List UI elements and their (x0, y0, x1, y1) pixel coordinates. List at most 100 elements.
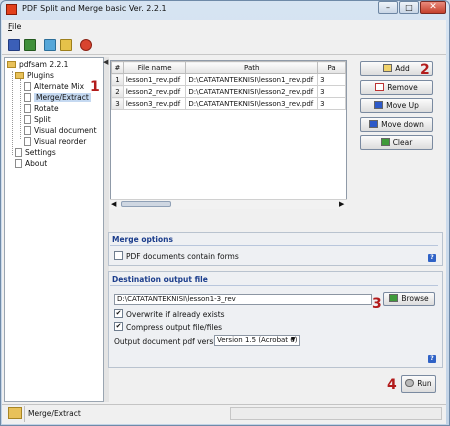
tree-node-label-selected: Merge/Extract (34, 93, 91, 102)
exit-icon[interactable] (80, 39, 92, 51)
document-icon (24, 104, 31, 113)
destination-title: Destination output file (112, 275, 208, 284)
row-number: 1 (111, 73, 124, 86)
cell-pages: 3 (317, 73, 346, 86)
tree-node-label: Settings (25, 148, 56, 157)
document-icon (15, 148, 22, 157)
section-divider (110, 245, 438, 246)
minimize-button[interactable]: – (378, 1, 398, 14)
button-label: Browse (401, 294, 429, 303)
collapse-arrow-icon[interactable]: ◀ (103, 58, 108, 66)
tree-node-label: Split (34, 115, 51, 124)
tree-guide-line (20, 79, 21, 139)
remove-icon (375, 83, 385, 91)
tree-node-plugins[interactable]: Plugins (15, 71, 54, 80)
scroll-left-icon[interactable]: ◀ (111, 200, 116, 208)
compress-checkbox[interactable]: ✔ (114, 322, 123, 331)
column-header-pages[interactable]: Pa (317, 61, 346, 74)
document-icon (24, 115, 31, 124)
pdf-version-label: Output document pdf version: (114, 337, 228, 346)
compress-label: Compress output file/files (126, 323, 223, 332)
document-icon (15, 159, 22, 168)
merge-options-title: Merge options (112, 235, 173, 244)
menu-file[interactable]: File (8, 22, 21, 31)
close-button[interactable]: ✕ (420, 1, 446, 14)
button-label: Clear (392, 138, 413, 147)
row-number: 3 (111, 97, 124, 110)
destination-path-input[interactable]: D:\CATATANTEKNISI\lesson1-3_rev (114, 294, 372, 305)
status-progress-field (230, 407, 442, 420)
scrollbar-thumb[interactable] (121, 201, 171, 207)
move-down-button[interactable]: Move down (360, 117, 433, 132)
clear-icon (380, 138, 390, 146)
table-row[interactable]: 1 lesson1_rev.pdf D:\CATATANTEKNISI\less… (111, 73, 346, 86)
app-logo-icon (6, 4, 17, 15)
document-icon (24, 126, 31, 135)
tree-node-label: Visual document (34, 126, 97, 135)
menu-bar (2, 20, 446, 35)
button-label: Move down (381, 120, 424, 129)
chevron-down-icon[interactable]: ▼ (291, 336, 296, 343)
tree-node-settings[interactable]: Settings (15, 148, 56, 157)
tree-node-root[interactable]: pdfsam 2.2.1 (7, 60, 68, 69)
menu-file-label: ile (12, 22, 22, 31)
tree-node-label: Plugins (27, 71, 54, 80)
tree-item-split[interactable]: Split (24, 115, 51, 124)
column-header-path[interactable]: Path (185, 61, 319, 74)
scroll-right-icon[interactable]: ▶ (339, 200, 344, 208)
annotation-number: 2 (420, 62, 430, 78)
cell-pages: 3 (317, 85, 346, 98)
button-label: Remove (387, 83, 418, 92)
pdf-forms-label: PDF documents contain forms (126, 252, 239, 261)
folder-icon (8, 407, 22, 419)
file-table: # File name Path Pa 1 lesson1_rev.pdf D:… (110, 60, 347, 209)
cell-path: D:\CATATANTEKNISI\lesson2_rev.pdf (185, 85, 319, 98)
save-icon[interactable] (8, 39, 20, 51)
add-file-icon (383, 64, 393, 72)
annotation-number: 3 (372, 296, 382, 312)
move-up-button[interactable]: Move Up (360, 98, 433, 113)
tree-guide-line (12, 71, 13, 155)
document-icon (24, 93, 31, 102)
tree-node-label: Visual reorder (34, 137, 87, 146)
column-header-file-name[interactable]: File name (122, 61, 187, 74)
run-button[interactable]: Run (401, 375, 436, 393)
remove-button[interactable]: Remove (360, 80, 433, 95)
overwrite-label: Overwrite if already exists (126, 310, 225, 319)
environment-icon[interactable] (44, 39, 56, 51)
overwrite-checkbox[interactable]: ✔ (114, 309, 123, 318)
folder-open-icon (7, 61, 16, 68)
clear-button[interactable]: Clear (360, 135, 433, 150)
table-row[interactable]: 3 lesson3_rev.pdf D:\CATATANTEKNISI\less… (111, 97, 346, 110)
status-separator (24, 406, 25, 422)
tree-item-alternate-mix[interactable]: Alternate Mix (24, 82, 84, 91)
table-row[interactable]: 2 lesson2_rev.pdf D:\CATATANTEKNISI\less… (111, 85, 346, 98)
section-divider (110, 285, 438, 286)
tree-item-visual-reorder[interactable]: Visual reorder (24, 137, 86, 146)
open-icon[interactable] (24, 39, 36, 51)
pdf-version-select[interactable]: Version 1.5 (Acrobat 6) (214, 335, 300, 346)
edit-icon[interactable] (60, 39, 72, 51)
tree-node-label: Alternate Mix (34, 82, 85, 91)
gear-icon (405, 379, 415, 387)
column-header-number[interactable]: # (111, 61, 124, 74)
help-icon[interactable]: ? (428, 355, 436, 363)
maximize-button[interactable]: □ (399, 1, 419, 14)
arrow-up-icon (374, 101, 384, 109)
cell-path: D:\CATATANTEKNISI\lesson3_rev.pdf (185, 97, 319, 110)
help-icon[interactable]: ? (428, 254, 436, 262)
tree-node-about[interactable]: About (15, 159, 47, 168)
window-title: PDF Split and Merge basic Ver. 2.2.1 (22, 4, 167, 13)
pdf-forms-checkbox[interactable] (114, 251, 123, 260)
arrow-down-icon (369, 120, 379, 128)
folder-open-icon (15, 72, 24, 79)
tree-item-merge-extract[interactable]: Merge/Extract (24, 93, 91, 102)
tree-item-visual-document[interactable]: Visual document (24, 126, 97, 135)
tree-node-label: About (25, 159, 48, 168)
tree-node-label: Rotate (34, 104, 59, 113)
button-label: Move Up (386, 101, 419, 110)
cell-file-name: lesson2_rev.pdf (122, 85, 187, 98)
row-number: 2 (111, 85, 124, 98)
browse-button[interactable]: Browse (383, 292, 435, 306)
tree-item-rotate[interactable]: Rotate (24, 104, 59, 113)
